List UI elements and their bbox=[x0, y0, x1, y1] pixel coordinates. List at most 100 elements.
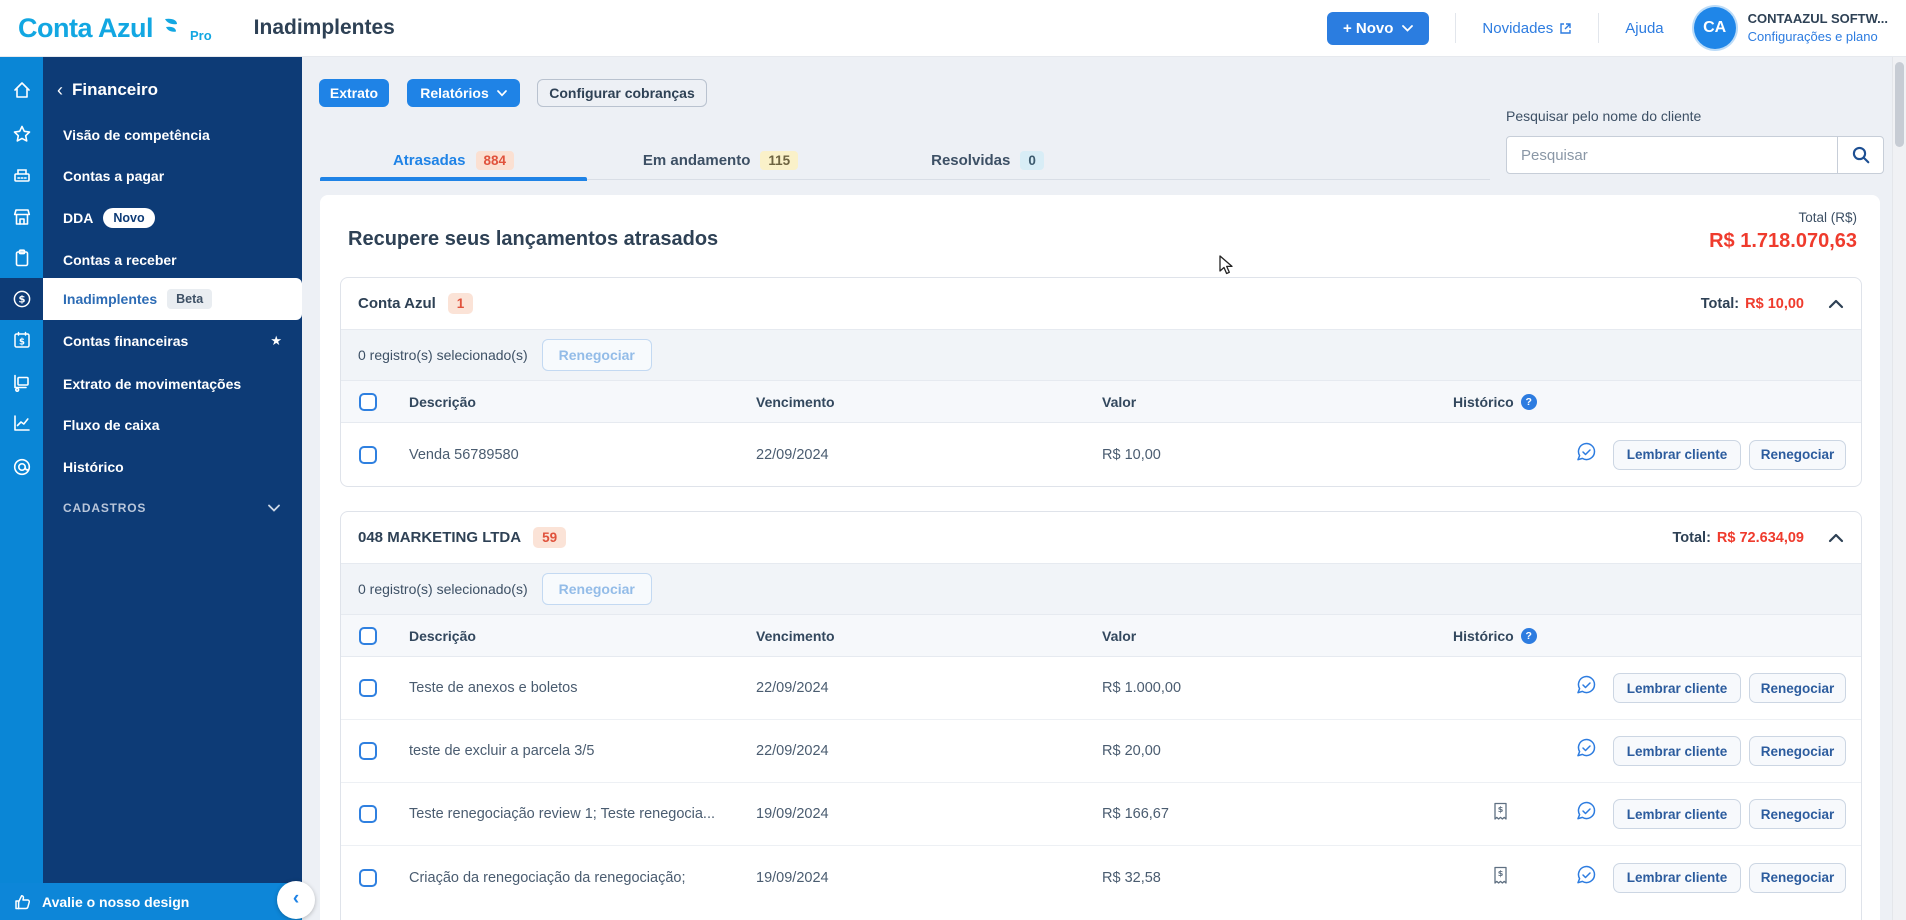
renegotiation-receipt-icon[interactable]: $ bbox=[1493, 802, 1508, 826]
cash-register-icon[interactable] bbox=[0, 154, 43, 196]
search-button[interactable] bbox=[1837, 137, 1883, 173]
scrollbar-thumb[interactable] bbox=[1895, 62, 1904, 147]
group-header[interactable]: Conta Azul 1 Total: R$ 10,00 bbox=[341, 278, 1861, 329]
sidebar-item-historico[interactable]: Histórico bbox=[43, 446, 302, 488]
lembrar-cliente-button[interactable]: Lembrar cliente bbox=[1613, 862, 1741, 893]
column-valor: Valor bbox=[1102, 627, 1137, 644]
tab-atrasadas[interactable]: Atrasadas 884 bbox=[320, 140, 587, 180]
sidebar-item-inadimplentes[interactable]: Inadimplentes Beta bbox=[43, 278, 302, 320]
renegociar-row-button[interactable]: Renegociar bbox=[1749, 799, 1846, 829]
column-historico: Histórico ? bbox=[1453, 627, 1537, 644]
link-icon[interactable] bbox=[0, 446, 43, 488]
row-due-date: 22/09/2024 bbox=[756, 743, 829, 759]
group-card-conta-azul: Conta Azul 1 Total: R$ 10,00 0 registro(… bbox=[340, 277, 1862, 487]
sidebar-item-contas-a-pagar[interactable]: Contas a pagar bbox=[43, 155, 302, 197]
tab-em-andamento[interactable]: Em andamento 115 bbox=[587, 140, 854, 180]
row-checkbox[interactable] bbox=[359, 742, 377, 760]
chart-line-icon[interactable] bbox=[0, 402, 43, 444]
item-label: Contas financeiras bbox=[63, 333, 189, 349]
chevron-down-icon bbox=[1402, 24, 1414, 32]
renegociar-row-button[interactable]: Renegociar bbox=[1749, 439, 1846, 470]
sidebar-item-dda[interactable]: DDA Novo bbox=[43, 197, 302, 239]
sidebar-section-cadastros[interactable]: CADASTROS bbox=[43, 487, 302, 529]
column-vencimento: Vencimento bbox=[756, 627, 835, 644]
row-due-date: 22/09/2024 bbox=[756, 446, 829, 463]
home-icon[interactable] bbox=[0, 69, 43, 111]
sidebar-item-extrato-de-movimentacoes[interactable]: Extrato de movimentações bbox=[43, 363, 302, 405]
lembrar-cliente-button[interactable]: Lembrar cliente bbox=[1613, 673, 1741, 703]
tab-count-badge: 115 bbox=[760, 150, 799, 170]
external-link-icon bbox=[1560, 22, 1571, 34]
rate-design-bar[interactable]: Avalie o nosso design bbox=[0, 883, 302, 920]
sidebar-header-financeiro[interactable]: ‹ Financeiro bbox=[43, 73, 158, 107]
beta-badge: Beta bbox=[167, 289, 213, 309]
row-checkbox[interactable] bbox=[359, 445, 377, 464]
column-historico: Histórico ? bbox=[1453, 393, 1537, 410]
lembrar-cliente-button[interactable]: Lembrar cliente bbox=[1613, 736, 1741, 766]
collapse-group-button[interactable] bbox=[1828, 299, 1844, 309]
relatorios-button[interactable]: Relatórios bbox=[407, 79, 520, 107]
chat-check-icon[interactable] bbox=[1575, 865, 1597, 890]
tab-resolvidas[interactable]: Resolvidas 0 bbox=[854, 140, 1121, 180]
column-historico-label: Histórico bbox=[1453, 627, 1514, 644]
logo-wordmark: Conta Azul bbox=[18, 12, 153, 43]
collapse-sidebar-button[interactable]: ‹ bbox=[277, 881, 315, 919]
chevron-left-icon: ‹ bbox=[57, 79, 63, 100]
row-checkbox[interactable] bbox=[359, 805, 377, 823]
select-all-checkbox[interactable] bbox=[359, 626, 377, 645]
novo-badge: Novo bbox=[103, 208, 155, 228]
store-icon[interactable] bbox=[0, 196, 43, 238]
extrato-button[interactable]: Extrato bbox=[319, 79, 389, 107]
renegociar-row-button[interactable]: Renegociar bbox=[1749, 673, 1846, 703]
configurar-cobrancas-button[interactable]: Configurar cobranças bbox=[537, 79, 707, 107]
scrollbar-track[interactable] bbox=[1892, 57, 1906, 920]
collapse-group-button[interactable] bbox=[1828, 533, 1844, 543]
selection-count-text: 0 registro(s) selecionado(s) bbox=[358, 347, 528, 363]
chat-check-icon[interactable] bbox=[1575, 442, 1597, 467]
table-row: Teste renegociação review 1; Teste reneg… bbox=[341, 783, 1861, 846]
renegotiation-receipt-icon[interactable]: $ bbox=[1493, 866, 1508, 890]
sidebar-item-fluxo-de-caixa[interactable]: Fluxo de caixa bbox=[43, 404, 302, 446]
column-descricao: Descrição bbox=[409, 627, 476, 644]
lembrar-cliente-button[interactable]: Lembrar cliente bbox=[1613, 799, 1741, 829]
chat-check-icon[interactable] bbox=[1575, 801, 1597, 827]
help-icon[interactable]: ? bbox=[1520, 393, 1537, 410]
table-header: Descrição Vencimento Valor Histórico ? bbox=[341, 381, 1861, 423]
row-checkbox[interactable] bbox=[359, 868, 377, 887]
sidebar-item-contas-financeiras[interactable]: Contas financeiras ★ bbox=[43, 320, 302, 362]
delivery-cart-icon[interactable] bbox=[0, 362, 43, 404]
account-settings-link[interactable]: Configurações e plano bbox=[1748, 28, 1888, 46]
novidades-link[interactable]: Novidades bbox=[1482, 20, 1572, 37]
novo-button[interactable]: + Novo bbox=[1326, 11, 1430, 45]
inadimplentes-dollar-icon[interactable]: $ bbox=[0, 278, 43, 320]
row-checkbox[interactable] bbox=[359, 679, 377, 697]
renegociar-label: Renegociar bbox=[1760, 870, 1835, 885]
chevron-down-icon bbox=[268, 504, 280, 512]
group-total: Total: R$ 10,00 bbox=[1701, 296, 1844, 312]
lembrar-cliente-button[interactable]: Lembrar cliente bbox=[1613, 439, 1741, 470]
calendar-dollar-icon[interactable]: $ bbox=[0, 319, 43, 361]
sidebar-item-contas-a-receber[interactable]: Contas a receber bbox=[43, 239, 302, 281]
renegociar-bulk-button[interactable]: Renegociar bbox=[541, 339, 652, 371]
svg-text:$: $ bbox=[1498, 869, 1504, 878]
chat-check-icon[interactable] bbox=[1575, 675, 1597, 701]
renegociar-row-button[interactable]: Renegociar bbox=[1749, 862, 1846, 893]
avatar[interactable]: CA bbox=[1693, 7, 1736, 49]
select-all-checkbox[interactable] bbox=[359, 392, 377, 411]
item-label: Contas a receber bbox=[63, 252, 177, 268]
item-label: Fluxo de caixa bbox=[63, 417, 160, 433]
client-name: 048 MARKETING LTDA bbox=[358, 529, 522, 546]
ajuda-link[interactable]: Ajuda bbox=[1625, 20, 1663, 37]
sidebar-item-visao-de-competencia[interactable]: Visão de competência bbox=[43, 114, 302, 156]
row-due-date: 22/09/2024 bbox=[756, 680, 829, 696]
sidebar-header-label: Financeiro bbox=[72, 80, 158, 99]
group-header[interactable]: 048 MARKETING LTDA 59 Total: R$ 72.634,0… bbox=[341, 512, 1861, 563]
help-icon[interactable]: ? bbox=[1520, 627, 1537, 644]
renegociar-bulk-button[interactable]: Renegociar bbox=[541, 573, 652, 605]
chat-check-icon[interactable] bbox=[1575, 738, 1597, 764]
clipboard-icon[interactable] bbox=[0, 237, 43, 279]
renegociar-row-button[interactable]: Renegociar bbox=[1749, 736, 1846, 766]
star-icon[interactable] bbox=[0, 113, 43, 155]
contaazul-logo[interactable]: Conta Azul Pro bbox=[18, 13, 212, 44]
search-input[interactable] bbox=[1507, 146, 1837, 164]
